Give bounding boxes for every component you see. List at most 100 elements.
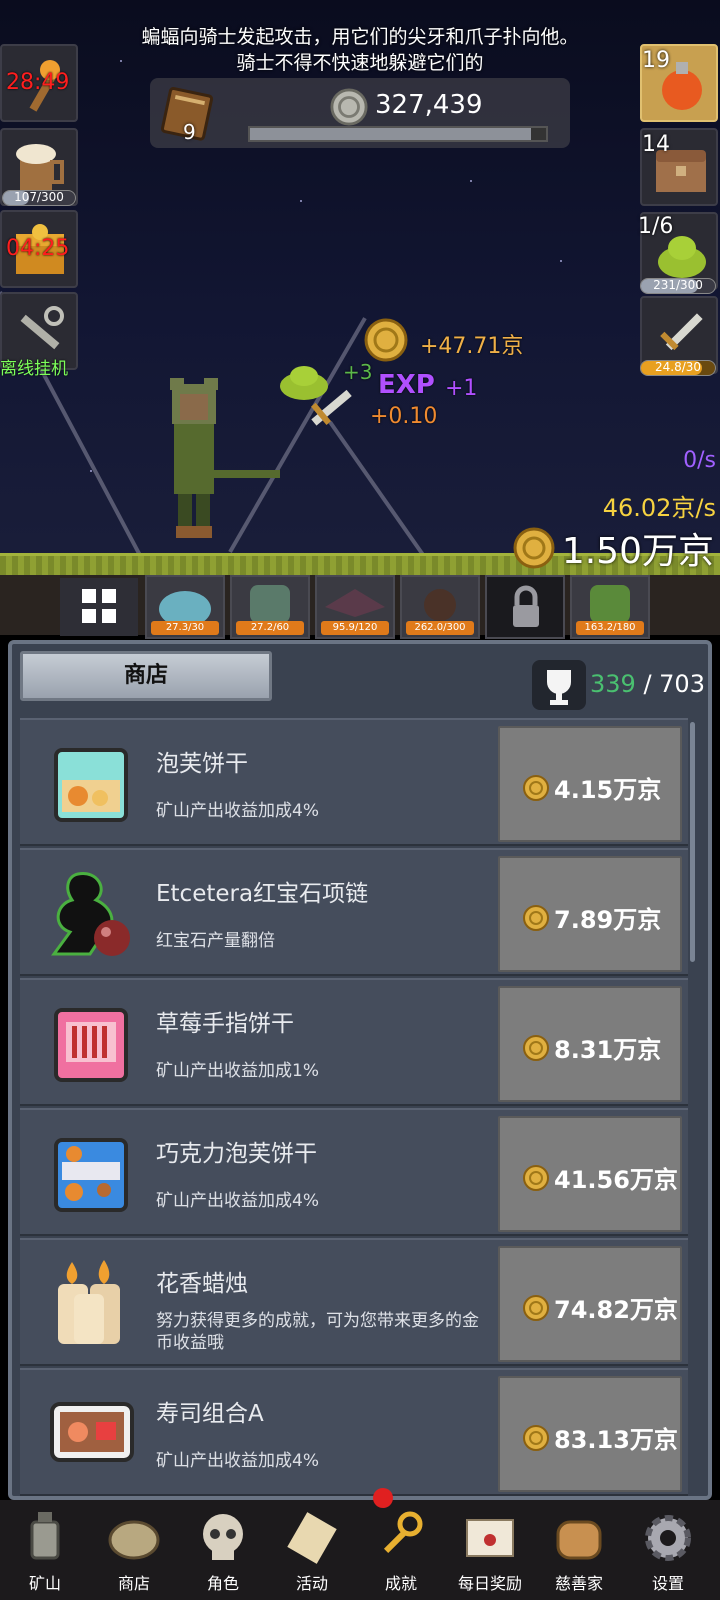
star bbox=[300, 200, 302, 202]
exp-label: EXP bbox=[378, 370, 435, 400]
rate-zero: 0/s bbox=[683, 448, 716, 473]
nav-label: 活动 bbox=[295, 1574, 328, 1593]
strawberry-sticks-icon bbox=[54, 1008, 128, 1082]
item-desc: 矿山产出收益加成4% bbox=[156, 801, 319, 821]
beer-progress-bar: 107/300 bbox=[2, 190, 76, 206]
letter-icon bbox=[466, 1519, 514, 1557]
coin-icon bbox=[523, 1425, 549, 1451]
monster-slot-bat[interactable]: 95.9/120 bbox=[315, 575, 395, 639]
shop-item-row: 寿司组合A 矿山产出收益加成4% 83.13万京 bbox=[20, 1368, 688, 1496]
shop-item-row: 草莓手指饼干 矿山产出收益加成1% 8.31万京 bbox=[20, 978, 688, 1106]
coin-icon bbox=[513, 527, 555, 569]
shop-item-row: 泡芙饼干 矿山产出收益加成4% 4.15万京 bbox=[20, 718, 688, 846]
coin-icon bbox=[523, 1295, 549, 1321]
monster-slot-blue-slime[interactable]: 27.3/30 bbox=[145, 575, 225, 639]
item-name: Etcetera红宝石项链 bbox=[156, 881, 369, 907]
trophy-total: 703 bbox=[659, 670, 705, 698]
gold-rate: 46.02京/s bbox=[602, 494, 716, 522]
nav-label: 矿山 bbox=[28, 1574, 61, 1593]
cream-puff-biscuit-icon bbox=[54, 748, 128, 822]
item-price: 7.89万京 bbox=[554, 906, 662, 934]
star bbox=[470, 180, 472, 182]
mine-beam bbox=[328, 420, 430, 563]
tab-shop[interactable]: 商店 bbox=[20, 651, 272, 701]
monster-progress: 163.2/180 bbox=[576, 621, 644, 635]
item-price: 74.82万京 bbox=[554, 1296, 678, 1324]
item-name: 花香蜡烛 bbox=[156, 1271, 248, 1297]
nav-label: 慈善家 bbox=[554, 1574, 603, 1593]
slime-progress-text: 231/300 bbox=[653, 278, 703, 292]
nav-settings[interactable]: 设置 bbox=[625, 1508, 711, 1600]
chocolate-puff-biscuit-icon bbox=[54, 1138, 128, 1212]
gold-total: 327,439 bbox=[375, 90, 483, 120]
nav-label: 设置 bbox=[651, 1574, 684, 1593]
topbar-progress-bar bbox=[248, 126, 548, 142]
plus-popup: +3 bbox=[343, 360, 373, 384]
monster-progress: 27.3/30 bbox=[151, 621, 219, 635]
bat-icon bbox=[325, 589, 385, 617]
buy-button[interactable]: 41.56万京 bbox=[498, 1116, 682, 1232]
sword-progress-bar: 24.8/30 bbox=[640, 360, 716, 376]
coin-icon bbox=[523, 775, 549, 801]
nav-shop[interactable]: 商店 bbox=[91, 1508, 177, 1600]
slime-progress-bar: 231/300 bbox=[640, 278, 716, 294]
monster-slot-goblin[interactable]: 163.2/180 bbox=[570, 575, 650, 639]
sword-icon bbox=[660, 313, 703, 351]
knight-character[interactable] bbox=[160, 378, 290, 548]
story-line: 蝙蝠向骑士发起攻击，用它们的尖牙和爪子扑向他。 bbox=[141, 26, 579, 48]
nav-character[interactable]: 角色 bbox=[180, 1508, 266, 1600]
nav-label: 角色 bbox=[206, 1574, 239, 1593]
trophy-icon bbox=[547, 670, 571, 705]
nav-achievements[interactable]: 成就 bbox=[358, 1508, 444, 1600]
beer-mug-icon bbox=[16, 144, 64, 192]
game-scene: 蝙蝠向骑士发起攻击，用它们的尖牙和爪子扑向他。 骑士不得不快速地躲避它们的 9 … bbox=[0, 0, 720, 575]
shop-scrollbar[interactable] bbox=[690, 722, 695, 962]
coin-icon bbox=[523, 1035, 549, 1061]
blue-slime-icon bbox=[159, 591, 211, 627]
trophy-separator: / bbox=[635, 670, 660, 698]
monster-slot-spider[interactable]: 262.0/300 bbox=[400, 575, 480, 639]
nav-events[interactable]: 活动 bbox=[269, 1508, 355, 1600]
nav-label: 每日奖励 bbox=[457, 1574, 522, 1593]
buy-button[interactable]: 7.89万京 bbox=[498, 856, 682, 972]
story-line: 骑士不得不快速地躲避它们的 bbox=[236, 52, 484, 74]
small-gain-popup: +0.10 bbox=[370, 404, 438, 429]
item-name: 寿司组合A bbox=[156, 1401, 264, 1427]
offline-label: 离线挂机 bbox=[0, 359, 68, 379]
key-icon bbox=[383, 1511, 423, 1554]
shop-item-row: Etcetera红宝石项链 红宝石产量翻倍 7.89万京 bbox=[20, 848, 688, 976]
gear-icon bbox=[645, 1515, 691, 1561]
zombie-icon bbox=[250, 585, 290, 623]
nav-mine[interactable]: 矿山 bbox=[2, 1508, 88, 1600]
buy-button[interactable]: 83.13万京 bbox=[498, 1376, 682, 1492]
monster-slot-zombie[interactable]: 27.2/60 bbox=[230, 575, 310, 639]
item-name: 巧克力泡芙饼干 bbox=[156, 1141, 317, 1167]
trophy-button[interactable] bbox=[532, 660, 586, 710]
nav-daily-reward[interactable]: 每日奖励 bbox=[447, 1508, 533, 1600]
sword-drop-icon bbox=[311, 389, 352, 426]
sushi-set-icon bbox=[50, 1402, 134, 1462]
buy-button[interactable]: 8.31万京 bbox=[498, 986, 682, 1102]
nav-label: 成就 bbox=[384, 1574, 417, 1593]
item-price: 83.13万京 bbox=[554, 1426, 678, 1454]
buy-button[interactable]: 74.82万京 bbox=[498, 1246, 682, 1362]
gold-gain-popup: +47.71京 bbox=[420, 334, 524, 359]
item-name: 草莓手指饼干 bbox=[156, 1011, 294, 1037]
candle-icon bbox=[58, 1260, 120, 1344]
coin-icon bbox=[523, 1165, 549, 1191]
book-count: 9 bbox=[183, 120, 196, 144]
nav-philanthropist[interactable]: 慈善家 bbox=[536, 1508, 622, 1600]
monster-slot-locked[interactable] bbox=[485, 575, 565, 639]
progress-fill bbox=[250, 128, 532, 140]
menu-grid-button[interactable] bbox=[60, 578, 138, 636]
scroll-icon bbox=[287, 1512, 337, 1564]
monster-progress: 27.2/60 bbox=[236, 621, 304, 635]
notification-badge bbox=[373, 1488, 393, 1508]
lock-icon bbox=[513, 585, 539, 627]
buy-button[interactable]: 4.15万京 bbox=[498, 726, 682, 842]
potion-count: 19 bbox=[642, 48, 670, 73]
coin-drop-icon bbox=[364, 318, 408, 362]
story-text: 蝙蝠向骑士发起攻击，用它们的尖牙和爪子扑向他。 骑士不得不快速地躲避它们的 bbox=[80, 24, 640, 76]
item-price: 41.56万京 bbox=[554, 1166, 678, 1194]
coin-icon bbox=[330, 88, 368, 126]
